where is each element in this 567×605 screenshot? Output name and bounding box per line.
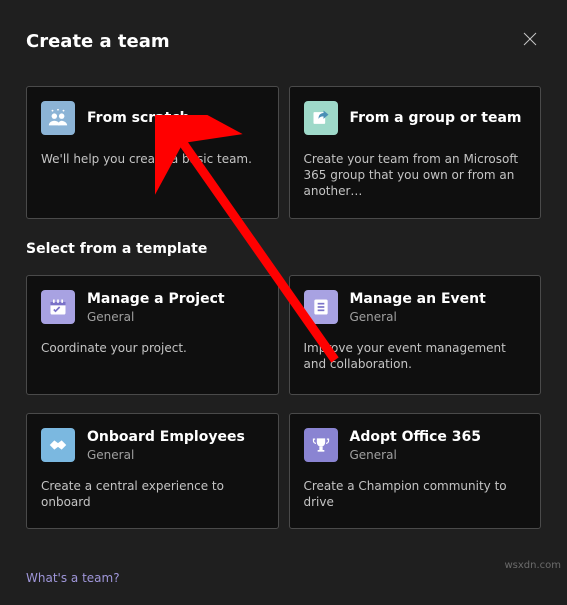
card-from-group[interactable]: From a group or team Create your team fr… (289, 86, 542, 219)
card-subtitle: General (350, 448, 481, 462)
page-title: Create a team (26, 31, 170, 52)
card-description: Coordinate your project. (41, 340, 264, 356)
card-description: Create your team from an Microsoft 365 g… (304, 151, 527, 200)
share-icon (304, 101, 338, 135)
card-description: We'll help you create a basic team. (41, 151, 264, 167)
card-onboard-employees[interactable]: Onboard Employees General Create a centr… (26, 413, 279, 530)
checklist-icon (304, 290, 338, 324)
people-icon (41, 101, 75, 135)
card-title: Onboard Employees (87, 428, 245, 446)
calendar-icon (41, 290, 75, 324)
section-title: Select from a template (0, 219, 567, 257)
card-from-scratch[interactable]: From scratch We'll help you create a bas… (26, 86, 279, 219)
whats-a-team-link[interactable]: What's a team? (26, 571, 120, 585)
card-description: Create a Champion community to drive (304, 478, 527, 510)
trophy-icon (304, 428, 338, 462)
close-icon (523, 32, 537, 46)
card-title: Manage a Project (87, 290, 225, 308)
handshake-icon (41, 428, 75, 462)
watermark: wsxdn.com (504, 560, 561, 571)
card-title: From a group or team (350, 109, 522, 127)
card-manage-project[interactable]: Manage a Project General Coordinate your… (26, 275, 279, 395)
card-subtitle: General (87, 310, 225, 324)
card-description: Improve your event management and collab… (304, 340, 527, 372)
card-title: Manage an Event (350, 290, 486, 308)
card-description: Create a central experience to onboard (41, 478, 264, 510)
card-manage-event[interactable]: Manage an Event General Improve your eve… (289, 275, 542, 395)
close-button[interactable] (519, 28, 541, 54)
card-subtitle: General (350, 310, 486, 324)
card-title: Adopt Office 365 (350, 428, 481, 446)
card-title: From scratch (87, 109, 190, 127)
card-subtitle: General (87, 448, 245, 462)
card-adopt-office[interactable]: Adopt Office 365 General Create a Champi… (289, 413, 542, 530)
